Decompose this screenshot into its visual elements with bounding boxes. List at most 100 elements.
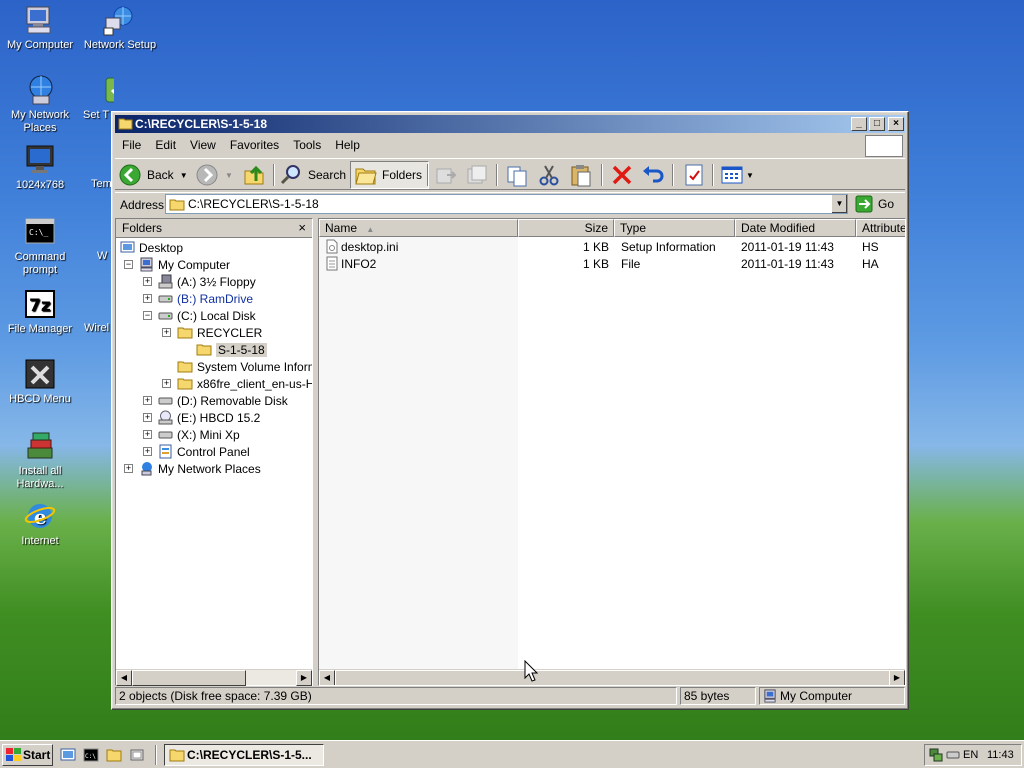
delete-button[interactable]	[609, 161, 635, 189]
desktop-icon-set-t[interactable]: Set T	[80, 74, 114, 122]
file-row[interactable]: INFO2 1 KB File 2011-01-19 11:43 HA	[319, 255, 905, 272]
expand-icon[interactable]: +	[143, 294, 152, 303]
tree-item-system-volume-information[interactable]: System Volume Informati	[177, 358, 312, 375]
menu-favorites[interactable]: Favorites	[223, 135, 286, 155]
maximize-button[interactable]: □	[869, 117, 885, 131]
tree-item-x86fre-client[interactable]: + x86fre_client_en-us-HM2	[162, 375, 312, 392]
paste-icon	[571, 165, 591, 187]
column-header-size[interactable]: Size	[518, 219, 614, 237]
folders-button[interactable]: Folders	[350, 161, 430, 189]
tree-item-hbcd-e[interactable]: + (E:) HBCD 15.2	[143, 409, 260, 426]
expand-icon[interactable]: +	[143, 396, 152, 405]
folder-icon	[169, 199, 185, 211]
close-button[interactable]: ×	[888, 117, 904, 131]
expand-icon[interactable]: +	[143, 430, 152, 439]
cut-button[interactable]	[536, 161, 562, 189]
tree-item-my-computer[interactable]: − My Computer	[124, 256, 230, 273]
quicklaunch-explorer-icon[interactable]	[106, 747, 122, 763]
undo-button[interactable]	[640, 161, 666, 189]
back-button[interactable]: Back ▼	[118, 161, 188, 189]
file-row[interactable]: desktop.ini 1 KB Setup Information 2011-…	[319, 238, 905, 255]
move-to-button[interactable]	[433, 161, 459, 189]
minimize-button[interactable]: _	[851, 117, 867, 131]
desktop-icon-internet[interactable]: e Internet	[0, 500, 80, 548]
expand-icon[interactable]: +	[143, 447, 152, 456]
quicklaunch-desktop-icon[interactable]	[60, 747, 76, 763]
tree-item-mini-xp[interactable]: + (X:) Mini Xp	[143, 426, 240, 443]
copy-button[interactable]	[504, 161, 530, 189]
scroll-right-arrow[interactable]: ▶	[889, 670, 905, 685]
title-bar[interactable]: C:\RECYCLER\S-1-5-18 _ □ ×	[115, 115, 905, 133]
scroll-thumb[interactable]	[335, 670, 890, 685]
quicklaunch-show-desktop-icon[interactable]	[129, 747, 145, 763]
windows-logo-box	[865, 135, 903, 157]
desktop-icon-network-setup[interactable]: Network Setup	[80, 4, 160, 52]
desktop-icon-file-manager[interactable]: 7z File Manager	[0, 288, 80, 336]
scroll-thumb[interactable]	[132, 670, 246, 686]
collapse-icon[interactable]: −	[124, 260, 133, 269]
start-button[interactable]: Start	[2, 744, 53, 766]
tree-item-desktop[interactable]: Desktop	[120, 239, 183, 256]
menu-edit[interactable]: Edit	[148, 135, 183, 155]
desktop-icon-my-network-places[interactable]: My Network Places	[0, 74, 80, 135]
folder-tree: Desktop − My Computer + (A:) 3½ Floppy +…	[116, 238, 312, 668]
expand-icon[interactable]: +	[124, 464, 133, 473]
tray-drive-icon[interactable]	[946, 750, 960, 760]
expand-icon[interactable]: +	[143, 277, 152, 286]
collapse-icon[interactable]: −	[143, 311, 152, 320]
tree-item-my-network-places[interactable]: + My Network Places	[124, 460, 261, 477]
folders-pane-close-button[interactable]: ×	[298, 219, 306, 237]
folders-horizontal-scrollbar[interactable]: ◀ ▶	[116, 669, 312, 686]
expand-icon[interactable]: +	[143, 413, 152, 422]
desktop-icon-tem-c[interactable]: Tem C	[91, 178, 111, 191]
menu-help[interactable]: Help	[328, 135, 367, 155]
address-input[interactable]: C:\RECYCLER\S-1-5-18 ▼	[165, 194, 848, 214]
scroll-left-arrow[interactable]: ◀	[319, 670, 335, 685]
desktop-icon-1024x768[interactable]: 1024x768	[0, 144, 80, 192]
tray-network-icon[interactable]	[929, 748, 943, 762]
generic-file-icon	[326, 256, 338, 271]
copy-to-button[interactable]	[464, 161, 490, 189]
views-button[interactable]: ▼	[719, 161, 754, 189]
tree-item-ramdrive[interactable]: + (B:) RamDrive	[143, 290, 253, 307]
scroll-left-arrow[interactable]: ◀	[116, 670, 132, 686]
tray-language[interactable]: EN	[963, 745, 978, 765]
tree-item-label: S-1-5-18	[216, 342, 267, 357]
expand-icon[interactable]: +	[162, 379, 171, 388]
up-button[interactable]	[242, 161, 266, 189]
file-list-horizontal-scrollbar[interactable]: ◀ ▶	[319, 669, 905, 685]
quicklaunch-command-prompt-icon[interactable]: C:\	[83, 747, 99, 763]
menu-tools[interactable]: Tools	[286, 135, 328, 155]
column-header-date-modified[interactable]: Date Modified	[735, 219, 856, 237]
desktop-icon-label: Command prompt	[14, 251, 66, 276]
column-header-attributes[interactable]: Attributes	[856, 219, 905, 237]
address-dropdown-button[interactable]: ▼	[831, 195, 847, 213]
menu-view[interactable]: View	[183, 135, 223, 155]
go-button[interactable]: Go	[855, 195, 894, 213]
tree-item-floppy[interactable]: + (A:) 3½ Floppy	[143, 273, 256, 290]
search-button[interactable]: Search	[279, 161, 346, 189]
desktop-icon-hbcd-menu[interactable]: HBCD Menu	[0, 358, 80, 406]
forward-button[interactable]: ▼	[195, 161, 233, 189]
status-bar: 2 objects (Disk free space: 7.39 GB) 85 …	[115, 686, 905, 706]
column-header-name[interactable]: Name ▲	[319, 219, 518, 237]
tree-item-recycler[interactable]: + RECYCLER	[162, 324, 262, 341]
tree-item-local-disk-c[interactable]: − (C:) Local Disk	[143, 307, 256, 324]
tree-item-s-1-5-18[interactable]: S-1-5-18	[196, 341, 267, 358]
desktop-icon-wirel[interactable]: Wirel	[84, 322, 111, 334]
tray-clock[interactable]: 11:43	[987, 745, 1014, 765]
expand-icon[interactable]: +	[162, 328, 171, 337]
folder-icon	[177, 327, 193, 339]
taskbar-window-button[interactable]: C:\RECYCLER\S-1-5...	[164, 744, 324, 766]
menu-file[interactable]: File	[115, 135, 148, 155]
paste-button[interactable]	[568, 161, 594, 189]
desktop-icon-command-prompt[interactable]: C:\_ Command prompt	[0, 216, 80, 277]
column-header-type[interactable]: Type	[614, 219, 735, 237]
tree-item-control-panel[interactable]: + Control Panel	[143, 443, 250, 460]
desktop-icon-w-e[interactable]: W E	[97, 250, 111, 263]
tree-item-removable-disk-d[interactable]: + (D:) Removable Disk	[143, 392, 288, 409]
scroll-right-arrow[interactable]: ▶	[296, 670, 312, 686]
desktop-icon-install-hardware[interactable]: Install all Hardwa...	[0, 430, 80, 491]
properties-button[interactable]	[681, 161, 707, 189]
desktop-icon-my-computer[interactable]: My Computer	[0, 4, 80, 52]
